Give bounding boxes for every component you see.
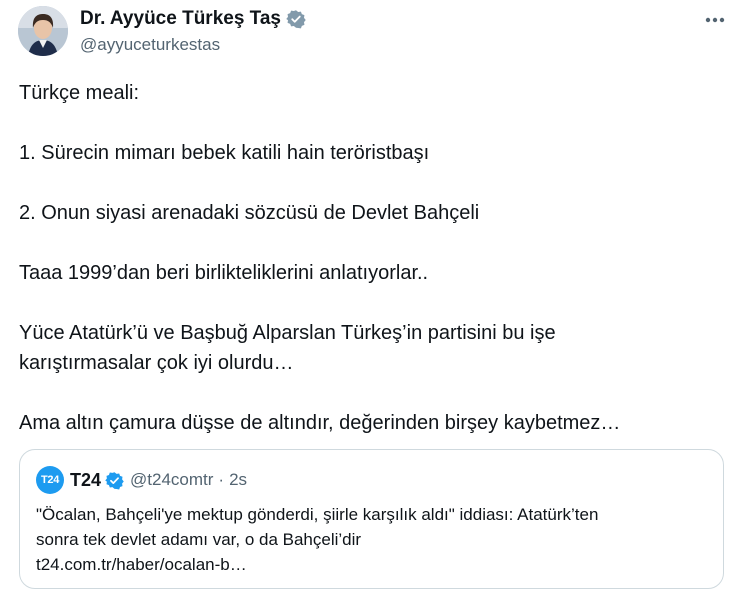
tweet-line: 2. Onun siyasi arenadaki sözcüsü de Devl… (19, 202, 480, 224)
author-handle[interactable]: @ayyuceturkestas (80, 34, 220, 56)
author-name[interactable]: Dr. Ayyüce Türkeş Taş (80, 8, 281, 30)
tweet-line: karıştırmasalar çok iyi olurdu… (19, 352, 294, 374)
quoted-tweet-link[interactable]: t24.com.tr/haber/ocalan-b… (36, 552, 706, 577)
tweet-line: Türkçe meali: (19, 82, 140, 104)
quoted-tweet-text: "Öcalan, Bahçeli'ye mektup gönderdi, şii… (36, 502, 706, 577)
more-options-button[interactable] (698, 8, 732, 32)
quoted-tweet-card[interactable]: T24 T24 @t24comtr · 2s "Öcalan, Bahçeli'… (19, 449, 724, 589)
quoted-author-name[interactable]: T24 (70, 470, 101, 491)
tweet-line: 1. Sürecin mimarı bebek katili hain terö… (19, 142, 430, 164)
more-horizontal-icon (705, 17, 725, 23)
separator-dot: · (218, 470, 225, 489)
tweet-card: Dr. Ayyüce Türkeş Taş @ayyuceturkestas T… (0, 0, 750, 604)
avatar-portrait-icon (18, 6, 68, 56)
tweet-line: Taaa 1999’dan beri birlikteliklerini anl… (19, 262, 429, 284)
author-avatar[interactable] (18, 6, 68, 56)
verified-badge-icon (105, 471, 124, 489)
quoted-tweet-time[interactable]: 2s (229, 470, 247, 490)
quoted-tweet-line: sonra tek devlet adamı var, o da Bahçeli… (36, 530, 362, 549)
quoted-author-handle[interactable]: @t24comtr (130, 470, 213, 490)
tweet-text: Türkçe meali: 1. Sürecin mimarı bebek ka… (19, 78, 731, 438)
t24-logo-text: T24 (40, 474, 60, 486)
tweet-line: Yüce Atatürk’ü ve Başbuğ Alparslan Türke… (19, 322, 556, 344)
t24-logo-icon[interactable]: T24 (36, 466, 64, 494)
quoted-tweet-line: "Öcalan, Bahçeli'ye mektup gönderdi, şii… (36, 505, 599, 524)
author-name-row[interactable]: Dr. Ayyüce Türkeş Taş (80, 8, 306, 30)
quoted-tweet-header: T24 T24 @t24comtr · 2s (36, 466, 247, 494)
tweet-line: Ama altın çamura düşse de altındır, değe… (19, 412, 621, 434)
verified-badge-icon (286, 10, 306, 29)
